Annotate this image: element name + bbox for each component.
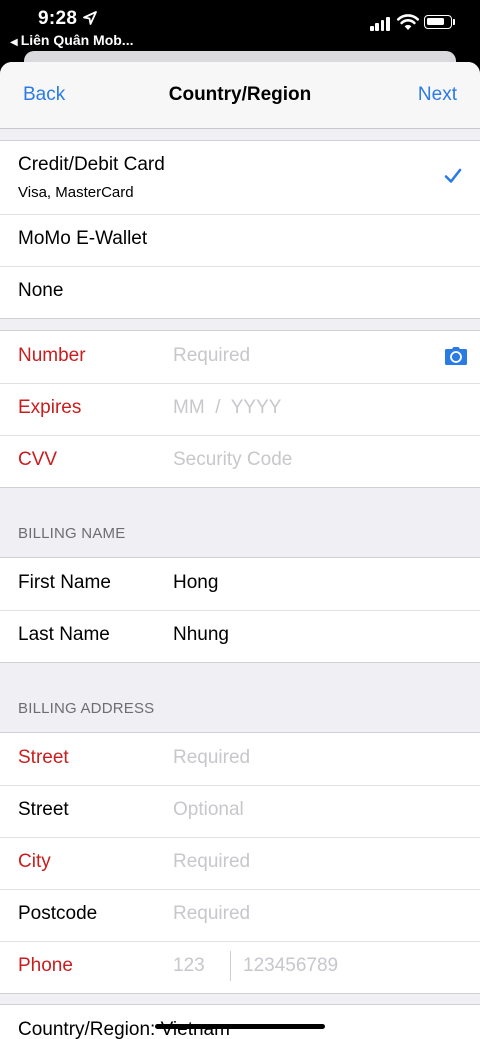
postcode-row: Postcode Required <box>0 889 480 941</box>
billing-name-group: First Name Hong Last Name Nhung <box>0 557 480 663</box>
cellular-signal-icon <box>370 17 390 31</box>
next-button[interactable]: Next <box>418 84 457 106</box>
cvv-input[interactable]: Security Code <box>173 449 292 471</box>
phone-row: Phone 123 123456789 <box>0 941 480 993</box>
expiry-input[interactable]: MM / YYYY <box>173 397 281 419</box>
payment-sheet: Back Country/Region Next Credit/Debit Ca… <box>0 62 480 1039</box>
postcode-input[interactable]: Required <box>173 903 250 925</box>
card-number-input[interactable]: Required <box>173 345 250 367</box>
wifi-icon <box>396 14 420 30</box>
card-number-row: Number Required <box>0 331 480 383</box>
first-name-label: First Name <box>18 572 111 593</box>
back-to-app-link[interactable]: ◀ Liên Quân Mob... <box>10 32 133 48</box>
back-app-label: Liên Quân Mob... <box>20 32 134 48</box>
location-arrow-icon <box>83 11 97 25</box>
phone-label: Phone <box>18 955 73 976</box>
billing-name-header: BILLING NAME <box>18 525 126 542</box>
phone-number-input[interactable]: 123456789 <box>243 955 338 977</box>
last-name-field[interactable]: Nhung <box>173 624 229 646</box>
country-label: Country/Region: Vietnam <box>18 1019 230 1039</box>
card-details-group: Number Required Expires MM / YYYY CVV Se… <box>0 330 480 488</box>
payment-option-label: MoMo E-Wallet <box>18 228 148 249</box>
billing-address-header: BILLING ADDRESS <box>18 700 155 717</box>
card-expiry-row: Expires MM / YYYY <box>0 383 480 435</box>
payment-option-none[interactable]: None <box>0 266 480 318</box>
status-time: 9:28 <box>38 8 78 29</box>
battery-icon <box>424 15 452 29</box>
payment-option-credit-card[interactable]: Credit/Debit Card Visa, MasterCard <box>0 141 480 214</box>
payment-option-label: Credit/Debit Card <box>18 154 165 175</box>
cvv-label: CVV <box>18 449 58 470</box>
phone-field-divider <box>230 951 231 981</box>
city-row: City Required <box>0 837 480 889</box>
card-cvv-row: CVV Security Code <box>0 435 480 487</box>
street-1-row: Street Required <box>0 733 480 785</box>
street-1-input[interactable]: Required <box>173 747 250 769</box>
last-name-row: Last Name Nhung <box>0 610 480 662</box>
street-1-label: Street <box>18 747 69 768</box>
city-input[interactable]: Required <box>173 851 250 873</box>
country-row[interactable]: Country/Region: Vietnam <box>0 1005 480 1039</box>
country-group: Country/Region: Vietnam <box>0 1004 480 1039</box>
last-name-label: Last Name <box>18 624 110 645</box>
city-label: City <box>18 851 51 872</box>
payment-method-group: Credit/Debit Card Visa, MasterCard MoMo … <box>0 140 480 319</box>
battery-nub <box>453 19 455 25</box>
checkmark-icon <box>444 168 462 183</box>
back-triangle-icon: ◀ <box>10 37 18 48</box>
first-name-row: First Name Hong <box>0 558 480 610</box>
camera-icon[interactable] <box>444 346 468 366</box>
first-name-field[interactable]: Hong <box>173 572 218 594</box>
billing-address-group: Street Required Street Optional City Req… <box>0 732 480 994</box>
street-2-row: Street Optional <box>0 785 480 837</box>
payment-option-sublabel: Visa, MasterCard <box>18 184 134 201</box>
street-2-label: Street <box>18 799 69 820</box>
payment-option-momo[interactable]: MoMo E-Wallet <box>0 214 480 266</box>
street-2-input[interactable]: Optional <box>173 799 244 821</box>
navigation-bar: Back Country/Region Next <box>0 62 480 129</box>
page-title: Country/Region <box>168 84 312 105</box>
home-indicator[interactable] <box>155 1024 325 1029</box>
payment-option-label: None <box>18 280 64 301</box>
expires-label: Expires <box>18 397 82 418</box>
phone-area-code-input[interactable]: 123 <box>173 955 205 977</box>
card-number-label: Number <box>18 345 86 366</box>
postcode-label: Postcode <box>18 903 98 924</box>
